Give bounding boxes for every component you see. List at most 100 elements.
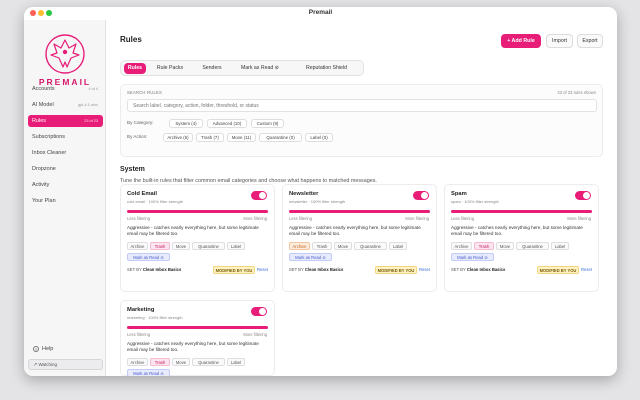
toggle-knob <box>583 192 590 199</box>
import-button[interactable]: Import <box>546 34 573 48</box>
sidebar-item-activity[interactable]: Activity <box>28 179 103 191</box>
sidebar-item-subscriptions[interactable]: Subscriptions <box>28 131 103 143</box>
tab-mark-as-read[interactable]: Mark as Read ⊘ <box>233 63 287 74</box>
rule-enabled-toggle[interactable] <box>251 307 267 316</box>
action-trash-button[interactable]: Trash <box>474 242 494 250</box>
action-move-button[interactable]: Move <box>496 242 514 250</box>
action-label-button[interactable]: Label <box>227 242 245 250</box>
reset-link[interactable]: Reset <box>257 267 268 272</box>
set-by-value: Clean Inbox Basics <box>466 267 506 272</box>
rule-card-cold-email: Cold Email cold email · 100% filter stren… <box>120 184 275 292</box>
add-rule-button[interactable]: + Add Rule <box>501 34 541 48</box>
search-label: SEARCH RULES <box>127 90 162 95</box>
action-archive-button[interactable]: Archive <box>127 358 148 366</box>
action-filter-chip[interactable]: Quarantine (0) <box>259 133 302 142</box>
rule-enabled-toggle[interactable] <box>251 191 267 200</box>
sidebar-item-rules[interactable]: Rules 23 of 23 <box>28 115 103 127</box>
filter-strength-slider[interactable] <box>127 210 268 213</box>
sidebar-item-accounts[interactable]: Accounts 4 of 4 <box>28 83 103 95</box>
slider-min-label: Less filtering <box>127 332 150 337</box>
set-by-label: SET BY <box>451 267 466 272</box>
sidebar-item-your-plan[interactable]: Your Plan <box>28 195 103 207</box>
set-by: SET BY Clean Inbox Basics <box>289 267 343 272</box>
filter-strength-slider[interactable] <box>289 210 430 213</box>
action-quarantine-button[interactable]: Quarantine <box>192 358 225 366</box>
minimize-window-button[interactable] <box>38 10 44 16</box>
rule-enabled-toggle[interactable] <box>413 191 429 200</box>
rule-subtitle: newsletter · 100% filter strength <box>289 199 346 204</box>
tab-senders[interactable]: Senders <box>195 63 229 74</box>
mark-as-read-button[interactable]: Mark as Read ⊘ <box>127 253 170 261</box>
sidebar-item-count: 4 of 4 <box>88 87 99 91</box>
category-filter-chip[interactable]: Custom (9) <box>251 119 284 128</box>
action-filter-chip[interactable]: Archive (5) <box>163 133 193 142</box>
sidebar-item-label: Subscriptions <box>32 134 66 140</box>
sidebar-item-label: Dropzone <box>32 166 56 172</box>
sidebar: PREMAIL Accounts 4 of 4 AI Model gpt-4.1-mi… <box>24 20 106 376</box>
slider-fill <box>127 210 268 213</box>
rule-card-spam: Spam spam · 100% filter strength Less filt… <box>444 184 599 292</box>
rule-card-newsletter: Newsletter newsletter · 100% filter stren… <box>282 184 437 292</box>
category-filter-label: By Category: <box>127 120 154 125</box>
toggle-knob <box>421 192 428 199</box>
toggle-knob <box>259 308 266 315</box>
reset-link[interactable]: Reset <box>581 267 592 272</box>
slider-fill <box>289 210 430 213</box>
action-trash-button[interactable]: Trash <box>150 358 170 366</box>
status-arrow-icon: ↗ <box>33 362 38 368</box>
search-panel: SEARCH RULES 23 of 23 rules shown By Cat… <box>120 84 603 157</box>
rules-tabbar: Rules Rule Packs Senders Mark as Read ⊘ Repu… <box>120 60 364 76</box>
action-move-button[interactable]: Move <box>172 242 190 250</box>
action-label-button[interactable]: Label <box>227 358 245 366</box>
action-trash-button[interactable]: Trash <box>150 242 170 250</box>
set-by-label: SET BY <box>127 267 142 272</box>
action-filter-chip[interactable]: Move (11) <box>227 133 256 142</box>
action-quarantine-button[interactable]: Quarantine <box>354 242 387 250</box>
tab-rule-packs[interactable]: Rule Packs <box>150 63 190 74</box>
zoom-window-button[interactable] <box>46 10 52 16</box>
category-filter-chip[interactable]: System (4) <box>169 119 203 128</box>
action-quarantine-button[interactable]: Quarantine <box>192 242 225 250</box>
sidebar-item-ai-model[interactable]: AI Model gpt-4.1-mini <box>28 99 103 111</box>
filter-strength-slider[interactable] <box>127 326 268 329</box>
mark-as-read-button[interactable]: Mark as Read ⊘ <box>127 369 170 376</box>
sidebar-item-count: 23 of 23 <box>84 119 98 123</box>
action-move-button[interactable]: Move <box>172 358 190 366</box>
sidebar-item-label: Accounts <box>32 86 55 92</box>
action-quarantine-button[interactable]: Quarantine <box>516 242 549 250</box>
rule-description: Aggressive - catches nearly everything h… <box>289 225 421 237</box>
action-filter-chip[interactable]: Label (0) <box>305 133 333 142</box>
action-label-button[interactable]: Label <box>551 242 569 250</box>
action-archive-button[interactable]: Archive <box>289 242 310 250</box>
mark-as-read-button[interactable]: Mark as Read ⊘ <box>451 253 494 261</box>
filter-strength-slider[interactable] <box>451 210 592 213</box>
rule-enabled-toggle[interactable] <box>575 191 591 200</box>
action-trash-button[interactable]: Trash <box>312 242 332 250</box>
rule-title: Cold Email <box>127 191 157 197</box>
reset-link[interactable]: Reset <box>419 267 430 272</box>
tab-rules[interactable]: Rules <box>124 63 146 74</box>
export-button[interactable]: Export <box>577 34 603 48</box>
action-move-button[interactable]: Move <box>334 242 352 250</box>
mark-as-read-button[interactable]: Mark as Read ⊘ <box>289 253 332 261</box>
tab-reputation-shield[interactable]: Reputation Shield <box>291 63 362 74</box>
slider-fill <box>451 210 592 213</box>
search-input[interactable] <box>127 99 597 112</box>
watching-status: ↗ Watching <box>28 359 103 370</box>
category-filter-chip[interactable]: Advanced (10) <box>207 119 247 128</box>
action-archive-button[interactable]: Archive <box>127 242 148 250</box>
close-window-button[interactable] <box>30 10 36 16</box>
action-archive-button[interactable]: Archive <box>451 242 472 250</box>
sidebar-item-label: AI Model <box>32 102 54 108</box>
toggle-knob <box>259 192 266 199</box>
rule-subtitle: spam · 100% filter strength <box>451 199 499 204</box>
action-filter-chip[interactable]: Trash (7) <box>196 133 224 142</box>
rule-description: Aggressive - catches nearly everything h… <box>451 225 583 237</box>
slider-max-label: More filtering <box>243 216 267 221</box>
sidebar-item-dropzone[interactable]: Dropzone <box>28 163 103 175</box>
sidebar-item-inbox-cleaner[interactable]: Inbox Cleaner <box>28 147 103 159</box>
rule-subtitle: cold email · 100% filter strength <box>127 199 184 204</box>
help-link[interactable]: ? Help <box>33 346 53 352</box>
set-by-label: SET BY <box>289 267 304 272</box>
action-label-button[interactable]: Label <box>389 242 407 250</box>
